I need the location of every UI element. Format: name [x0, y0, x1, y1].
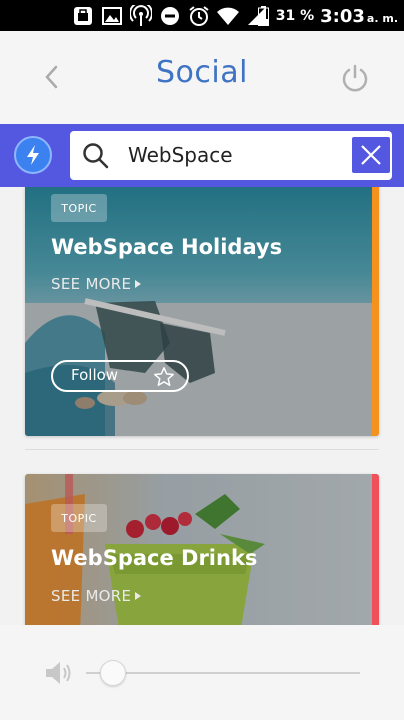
wifi-icon	[217, 5, 239, 27]
caret-right-icon	[135, 592, 142, 600]
see-more-link[interactable]: SEE MORE	[51, 275, 142, 293]
alarm-icon	[188, 5, 210, 27]
close-icon	[361, 145, 381, 165]
topic-badge: TOPIC	[51, 194, 107, 222]
search-icon	[83, 143, 109, 169]
topic-title: WebSpace Holidays	[51, 235, 283, 259]
see-more-label: SEE MORE	[51, 275, 132, 293]
notification-icons	[72, 5, 268, 27]
do-not-disturb-icon	[159, 5, 181, 27]
store-icon	[72, 5, 94, 27]
card-background-image	[25, 187, 379, 436]
app-header: Social	[0, 31, 404, 124]
battery-icon	[258, 5, 270, 27]
divider	[25, 449, 379, 450]
image-icon	[101, 5, 123, 27]
star-icon[interactable]	[153, 366, 175, 388]
topic-card[interactable]: TOPIC WebSpace Holidays SEE MORE Follow	[25, 187, 379, 436]
search-bar	[0, 124, 404, 187]
follow-button[interactable]: Follow	[51, 360, 189, 392]
clear-search-button[interactable]	[352, 137, 390, 173]
status-right: 31 % 3:03 a. m.	[258, 5, 398, 27]
card-accent-stripe	[372, 474, 379, 625]
battery-percent: 31 %	[275, 8, 315, 24]
caret-right-icon	[135, 280, 142, 288]
topic-title: WebSpace Drinks	[51, 546, 258, 570]
volume-slider-track[interactable]	[86, 672, 360, 674]
quick-action-button[interactable]	[14, 136, 52, 174]
card-accent-stripe	[372, 187, 379, 436]
see-more-label: SEE MORE	[51, 587, 132, 605]
follow-label: Follow	[71, 366, 119, 384]
hotspot-icon	[130, 5, 152, 27]
status-bar: 31 % 3:03 a. m.	[0, 0, 404, 31]
clock-ampm: a. m.	[366, 11, 398, 25]
see-more-link[interactable]: SEE MORE	[51, 587, 142, 605]
search-input[interactable]	[128, 137, 338, 173]
clock: 3:03 a. m.	[320, 6, 398, 27]
topic-list: TOPIC WebSpace Holidays SEE MORE Follow	[0, 187, 404, 625]
topic-card[interactable]: TOPIC WebSpace Drinks SEE MORE	[25, 474, 379, 625]
clock-time: 3:03	[320, 5, 365, 27]
topic-badge: TOPIC	[51, 504, 107, 532]
volume-bar	[0, 625, 404, 720]
power-icon	[342, 64, 368, 92]
speaker-icon[interactable]	[44, 659, 74, 687]
power-button[interactable]	[338, 61, 372, 95]
search-box	[70, 131, 392, 180]
lightning-bolt-icon	[27, 145, 39, 165]
volume-slider-thumb[interactable]	[100, 660, 127, 686]
